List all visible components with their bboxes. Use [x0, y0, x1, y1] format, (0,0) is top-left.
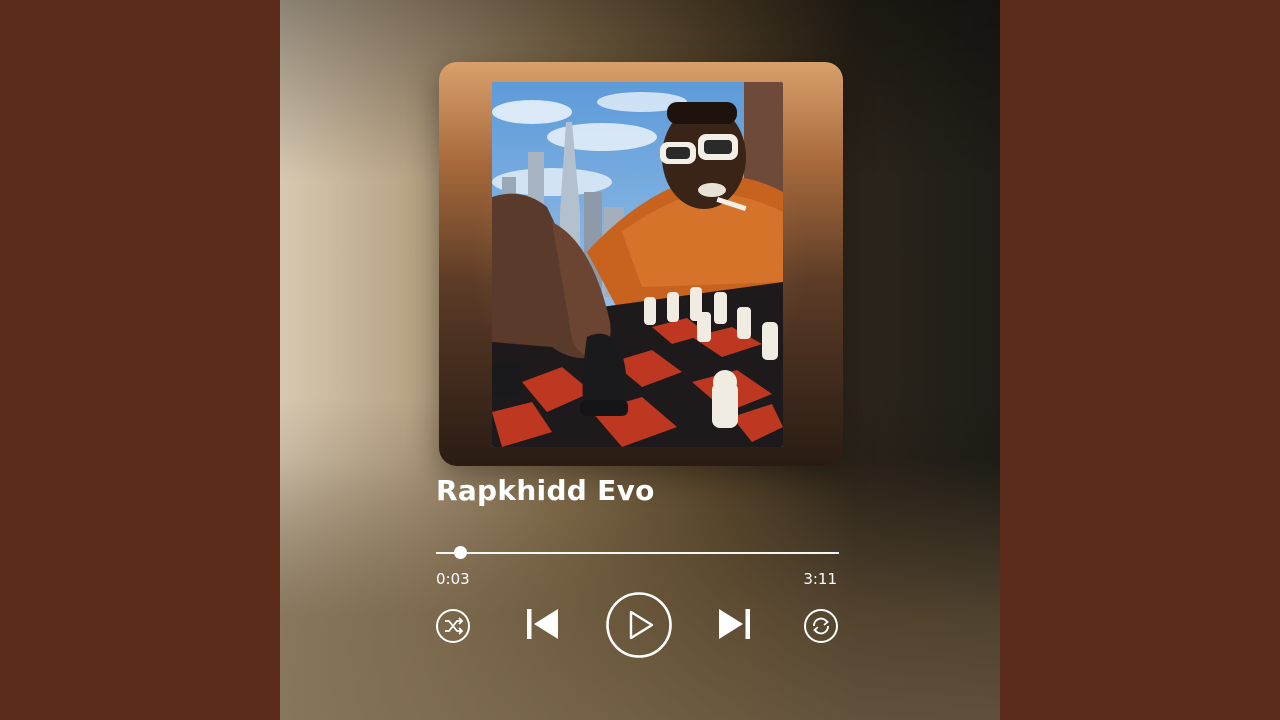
play-icon[interactable] [605, 591, 673, 659]
skip-previous-icon[interactable] [525, 606, 561, 642]
playback-controls [280, 0, 1000, 720]
player-panel: Rapkhidd Evo 0:03 3:11 [280, 0, 1000, 720]
left-border [0, 0, 280, 720]
right-border [1000, 0, 1280, 720]
skip-next-icon[interactable] [716, 606, 752, 642]
repeat-icon[interactable] [803, 608, 839, 644]
shuffle-icon[interactable] [435, 608, 471, 644]
